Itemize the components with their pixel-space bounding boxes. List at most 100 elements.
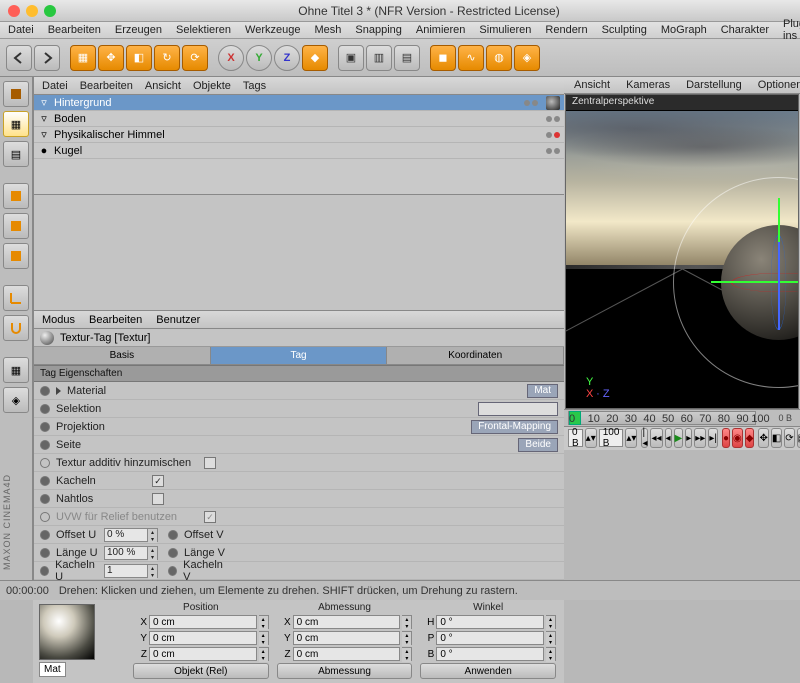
menu-selektieren[interactable]: Selektieren bbox=[176, 24, 231, 36]
seamless-checkbox[interactable] bbox=[152, 493, 164, 505]
redo-button[interactable] bbox=[34, 45, 60, 71]
timeline-ruler[interactable]: 0 10 20 30 40 50 60 70 80 90 100 0 B bbox=[564, 409, 800, 426]
tile-u-field[interactable]: 1▴▾ bbox=[104, 564, 158, 578]
soft-selection-icon[interactable]: ◈ bbox=[3, 387, 29, 413]
tile-checkbox[interactable] bbox=[152, 475, 164, 487]
primitive-cube-button[interactable]: ◼ bbox=[430, 45, 456, 71]
render-picture-button[interactable]: ▤ bbox=[394, 45, 420, 71]
menu-animieren[interactable]: Animieren bbox=[416, 24, 466, 36]
material-link-button[interactable]: Mat bbox=[527, 384, 558, 398]
menu-mograph[interactable]: MoGraph bbox=[661, 24, 707, 36]
menu-charakter[interactable]: Charakter bbox=[721, 24, 769, 36]
range-start-stepper[interactable]: ▴▾ bbox=[585, 428, 597, 448]
pos-z-field[interactable]: 0 cm bbox=[149, 647, 257, 661]
pos-x-field[interactable]: 0 cm bbox=[149, 615, 257, 629]
render-view-button[interactable]: ▣ bbox=[338, 45, 364, 71]
keyframe-selection-button[interactable]: ◆ bbox=[745, 428, 755, 448]
rotate-tool-button[interactable]: ↻ bbox=[154, 45, 180, 71]
texture-mode-icon[interactable]: ▦ bbox=[3, 111, 29, 137]
menu-snapping[interactable]: Snapping bbox=[355, 24, 402, 36]
menu-bearbeiten[interactable]: Bearbeiten bbox=[48, 24, 101, 36]
om-menu-datei[interactable]: Datei bbox=[42, 80, 68, 92]
primitive-spline-button[interactable]: ∿ bbox=[458, 45, 484, 71]
scale-tool-button[interactable]: ◧ bbox=[126, 45, 152, 71]
length-u-field[interactable]: 100 %▴▾ bbox=[104, 546, 158, 560]
next-key-button[interactable]: ▸▸ bbox=[694, 428, 706, 448]
menu-mesh[interactable]: Mesh bbox=[314, 24, 341, 36]
menu-sculpting[interactable]: Sculpting bbox=[602, 24, 647, 36]
axis-mode-icon[interactable] bbox=[3, 285, 29, 311]
render-region-button[interactable]: ▥ bbox=[366, 45, 392, 71]
rot-p-field[interactable]: 0 ° bbox=[436, 631, 544, 645]
object-row[interactable]: ▿ Physikalischer Himmel bbox=[34, 127, 564, 143]
pos-y-field[interactable]: 0 cm bbox=[149, 631, 257, 645]
selection-field[interactable] bbox=[478, 402, 558, 416]
polygon-mode-icon[interactable] bbox=[3, 243, 29, 269]
menu-erzeugen[interactable]: Erzeugen bbox=[115, 24, 162, 36]
goto-end-button[interactable]: ▸| bbox=[708, 428, 718, 448]
attr-menu-benutzer[interactable]: Benutzer bbox=[156, 314, 200, 326]
close-window-icon[interactable] bbox=[8, 5, 20, 17]
rot-h-field[interactable]: 0 ° bbox=[436, 615, 544, 629]
undo-button[interactable] bbox=[6, 45, 32, 71]
snap-icon[interactable] bbox=[3, 315, 29, 341]
size-z-field[interactable]: 0 cm bbox=[293, 647, 401, 661]
edge-mode-icon[interactable] bbox=[3, 213, 29, 239]
menu-simulieren[interactable]: Simulieren bbox=[479, 24, 531, 36]
tab-basis[interactable]: Basis bbox=[34, 347, 211, 364]
attr-menu-modus[interactable]: Modus bbox=[42, 314, 75, 326]
menu-datei[interactable]: Datei bbox=[8, 24, 34, 36]
viewmenu-kameras[interactable]: Kameras bbox=[626, 79, 670, 91]
material-manager[interactable]: Mat bbox=[33, 598, 133, 683]
coord-system-button[interactable]: ◆ bbox=[302, 45, 328, 71]
autokey-button[interactable]: ◉ bbox=[732, 428, 743, 448]
zoom-window-icon[interactable] bbox=[44, 5, 56, 17]
axis-x-toggle[interactable]: X bbox=[218, 45, 244, 71]
viewmenu-optionen[interactable]: Optionen bbox=[758, 79, 800, 91]
viewport-3d[interactable]: Zentralperspektive ↖ + YX · Z bbox=[565, 94, 799, 409]
step-forward-button[interactable]: ▸ bbox=[685, 428, 692, 448]
menu-werkzeuge[interactable]: Werkzeuge bbox=[245, 24, 300, 36]
coord-mode-dropdown[interactable]: Objekt (Rel) bbox=[133, 663, 269, 679]
record-button[interactable]: ● bbox=[722, 428, 730, 448]
goto-start-button[interactable]: |◂ bbox=[641, 428, 648, 448]
primitive-nurbs-button[interactable]: ◍ bbox=[486, 45, 512, 71]
select-tool-button[interactable]: ▦ bbox=[70, 45, 96, 71]
material-name[interactable]: Mat bbox=[39, 662, 66, 677]
key-pos-button[interactable]: ✥ bbox=[758, 428, 768, 448]
axis-z-toggle[interactable]: Z bbox=[274, 45, 300, 71]
tab-tag[interactable]: Tag bbox=[211, 347, 388, 364]
prev-key-button[interactable]: ◂◂ bbox=[650, 428, 662, 448]
point-mode-icon[interactable] bbox=[3, 183, 29, 209]
material-thumbnail[interactable] bbox=[39, 604, 95, 660]
primitive-generator-button[interactable]: ◈ bbox=[514, 45, 540, 71]
side-dropdown[interactable]: Beide bbox=[518, 438, 558, 452]
object-manager[interactable]: ▿ Hintergrund ▿ Boden ▿ Physikalischer H… bbox=[34, 95, 564, 195]
range-end-stepper[interactable]: ▴▾ bbox=[625, 428, 637, 448]
key-scale-button[interactable]: ◧ bbox=[771, 428, 782, 448]
step-back-button[interactable]: ◂ bbox=[665, 428, 672, 448]
om-menu-bearbeiten[interactable]: Bearbeiten bbox=[80, 80, 133, 92]
model-mode-icon[interactable] bbox=[3, 81, 29, 107]
axis-y-toggle[interactable]: Y bbox=[246, 45, 272, 71]
om-menu-ansicht[interactable]: Ansicht bbox=[145, 80, 181, 92]
tweak-mode-icon[interactable]: ▦ bbox=[3, 357, 29, 383]
texture-tag-icon[interactable] bbox=[546, 96, 560, 110]
apply-button[interactable]: Anwenden bbox=[420, 663, 556, 679]
size-x-field[interactable]: 0 cm bbox=[293, 615, 401, 629]
object-row[interactable]: ● Kugel bbox=[34, 143, 564, 159]
rot-b-field[interactable]: 0 ° bbox=[436, 647, 544, 661]
projection-dropdown[interactable]: Frontal-Mapping bbox=[471, 420, 558, 434]
viewmenu-darstellung[interactable]: Darstellung bbox=[686, 79, 742, 91]
om-menu-tags[interactable]: Tags bbox=[243, 80, 266, 92]
range-start-field[interactable]: 0 B bbox=[568, 429, 583, 447]
menu-plugins[interactable]: Plug-ins bbox=[783, 18, 800, 42]
object-row[interactable]: ▿ Hintergrund bbox=[34, 95, 564, 111]
size-y-field[interactable]: 0 cm bbox=[293, 631, 401, 645]
minimize-window-icon[interactable] bbox=[26, 5, 38, 17]
size-mode-dropdown[interactable]: Abmessung bbox=[277, 663, 413, 679]
menu-rendern[interactable]: Rendern bbox=[545, 24, 587, 36]
om-menu-objekte[interactable]: Objekte bbox=[193, 80, 231, 92]
range-end-field[interactable]: 100 B bbox=[599, 429, 624, 447]
additive-checkbox[interactable] bbox=[204, 457, 216, 469]
